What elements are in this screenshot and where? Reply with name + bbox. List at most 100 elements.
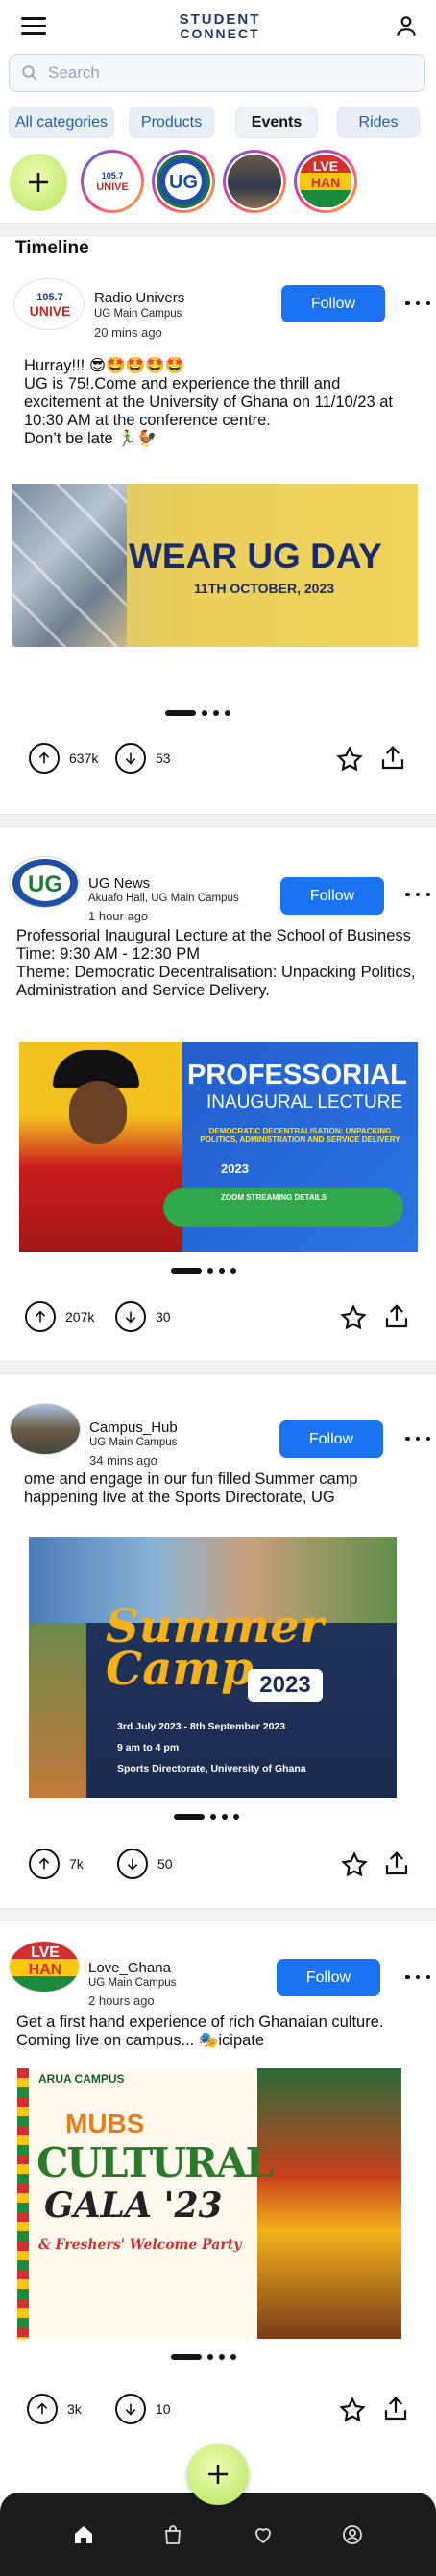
svg-text:UG: UG [28, 871, 62, 897]
carousel-dots[interactable] [174, 1814, 239, 1820]
post-actions: 3k 10 [0, 2392, 436, 2426]
nav-profile[interactable] [339, 2521, 366, 2548]
svg-text:105.7: 105.7 [102, 171, 124, 180]
menu-icon[interactable] [21, 17, 46, 35]
section-divider [0, 1908, 436, 1921]
post-actions: 637k 53 [0, 741, 436, 775]
zoom-label: ZOOM STREAMING DETAILS [221, 1193, 327, 1202]
more-options-icon[interactable] [405, 885, 430, 904]
post-avatar[interactable]: 105.7 UNIVE [13, 278, 85, 330]
story-radio-univers[interactable]: 105.7 UNIVE [81, 150, 144, 213]
arrow-down-icon [125, 1311, 136, 1324]
upvote-count: 7k [69, 1856, 84, 1872]
follow-button[interactable]: Follow [279, 1420, 383, 1458]
story-ug-news[interactable]: UG [152, 150, 215, 213]
upvote-group: 207k [25, 1301, 94, 1332]
post-avatar[interactable]: UG [9, 856, 80, 908]
follow-button[interactable]: Follow [277, 1959, 380, 1996]
post-image[interactable]: WEAR UG DAY 11TH OCTOBER, 2023 [12, 484, 418, 647]
follow-button[interactable]: Follow [281, 285, 385, 322]
downvote-button[interactable] [117, 1849, 148, 1879]
svg-text:HAN: HAN [311, 175, 340, 190]
category-products[interactable]: Products [129, 107, 214, 138]
post-author[interactable]: UG News [88, 875, 150, 892]
story-campus-hub[interactable] [223, 150, 286, 213]
section-divider [0, 223, 436, 236]
category-rides[interactable]: Rides [337, 107, 420, 138]
post-text: ome and engage in our fun filled Summer … [24, 1470, 358, 1506]
downvote-count: 30 [156, 1309, 171, 1324]
post-avatar[interactable] [10, 1403, 81, 1455]
image-hours: 9 am to 4 pm [117, 1742, 180, 1753]
post-author[interactable]: Love_Ghana [88, 1960, 171, 1976]
upvote-count: 3k [67, 2401, 82, 2417]
radio-univers-avatar: 105.7UNIVE [14, 279, 84, 329]
image-title: WEAR UG DAY [129, 537, 382, 576]
create-post-button[interactable] [187, 2444, 249, 2505]
follow-button[interactable]: Follow [280, 877, 384, 915]
carousel-dots[interactable] [171, 1268, 236, 1274]
share-icon[interactable] [378, 744, 407, 773]
downvote-count: 10 [156, 2401, 171, 2417]
downvote-button[interactable] [115, 2394, 146, 2424]
image-title-2: GALA '23 [44, 2185, 223, 2226]
user-icon[interactable] [394, 13, 419, 38]
star-icon[interactable] [338, 2396, 367, 2424]
share-icon[interactable] [382, 1849, 411, 1878]
nav-shop[interactable] [159, 2521, 186, 2548]
downvote-group: 30 [115, 1301, 171, 1332]
svg-text:HAN: HAN [29, 1962, 62, 1978]
post-image[interactable]: PROFESSORIAL INAUGURAL LECTURE DEMOCRATI… [19, 1042, 418, 1252]
post-author[interactable]: Campus_Hub [89, 1419, 178, 1436]
love-ghana-logo: LVEHAN [300, 155, 351, 207]
more-options-icon[interactable] [405, 294, 430, 313]
post-actions: 207k 30 [0, 1300, 436, 1334]
arrow-down-icon [125, 752, 136, 765]
post-author[interactable]: Radio Univers [94, 290, 184, 306]
upvote-button[interactable] [29, 1849, 60, 1879]
more-options-icon[interactable] [405, 1968, 430, 1987]
post-location: UG Main Campus [89, 1437, 178, 1448]
camp-photo-side [29, 1623, 86, 1798]
share-icon[interactable] [381, 2395, 410, 2423]
search-input[interactable] [48, 63, 413, 83]
ug-news-logo: UG [159, 157, 207, 205]
arrow-up-icon [35, 1310, 46, 1323]
upvote-button[interactable] [27, 2394, 58, 2424]
dancer-photo [257, 2068, 401, 2339]
arrow-up-icon [36, 2402, 48, 2415]
logo-line-2: CONNECT [180, 25, 260, 41]
nav-favorites[interactable] [250, 2521, 277, 2548]
story-love-ghana[interactable]: LVE HAN [294, 150, 357, 213]
post-text: Hurray!!! 😎🤩🤩🤩🤩 UG is 75!.Come and exper… [24, 357, 394, 447]
carousel-dots[interactable] [165, 710, 230, 716]
upvote-count: 207k [65, 1309, 95, 1324]
category-events[interactable]: Events [235, 107, 318, 138]
upvote-button[interactable] [25, 1301, 56, 1332]
image-title: CULTURAL [36, 2139, 274, 2186]
image-brand-sub: ARUA CAMPUS [38, 2072, 125, 2086]
carousel-dots[interactable] [171, 2354, 236, 2360]
downvote-button[interactable] [115, 1301, 146, 1332]
add-story-button[interactable] [10, 154, 67, 211]
nav-home[interactable] [70, 2521, 97, 2548]
bottom-nav [0, 2493, 436, 2576]
post-image[interactable]: ARUA CAMPUS MUBS CULTURAL GALA '23 & Fre… [17, 2068, 401, 2339]
post-avatar[interactable]: LVE HAN [9, 1941, 80, 1992]
downvote-button[interactable] [115, 743, 146, 774]
post-time: 2 hours ago [88, 1993, 155, 2008]
star-icon[interactable] [340, 1850, 369, 1879]
search-bar[interactable] [9, 54, 425, 92]
upvote-button[interactable] [29, 743, 60, 774]
category-all[interactable]: All categories [9, 107, 114, 138]
post-image[interactable]: Summer Camp 2023 3rd July 2023 - 8th Sep… [29, 1537, 397, 1798]
upvote-count: 637k [69, 751, 99, 766]
share-icon[interactable] [382, 1302, 411, 1331]
star-icon[interactable] [335, 745, 364, 774]
image-theme: DEMOCRATIC DECENTRALISATION: UNPACKING P… [200, 1127, 400, 1144]
collage-frames [12, 484, 127, 647]
stories-row: 105.7 UNIVE UG LVE HAN [10, 148, 432, 217]
speaker-face [69, 1081, 127, 1144]
star-icon[interactable] [339, 1303, 368, 1332]
more-options-icon[interactable] [405, 1429, 430, 1448]
